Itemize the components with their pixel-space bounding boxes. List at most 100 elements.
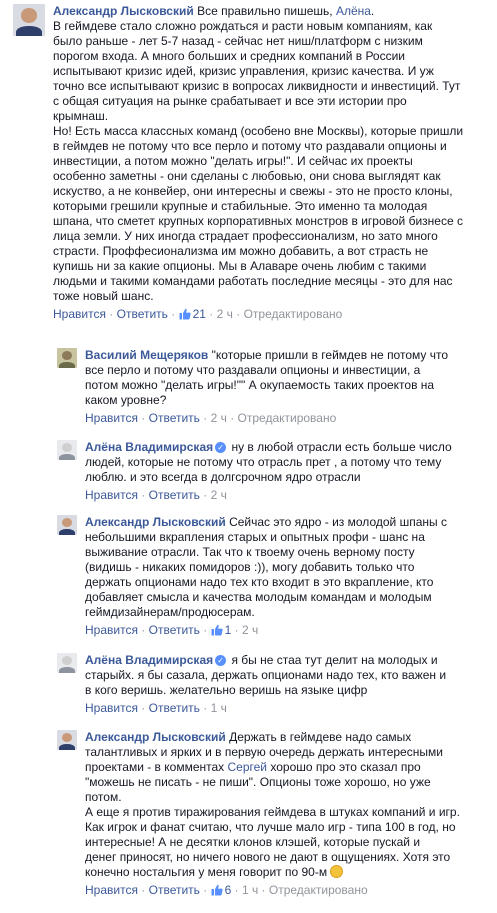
mention-link[interactable]: Сергей bbox=[228, 760, 268, 774]
comment-text-line: Как игрок и фанат считаю, что лучше мало… bbox=[85, 820, 456, 834]
comment-3: Александр Лысковский Сейчас это ядро - и… bbox=[57, 515, 485, 638]
comment-text-line: В геймдеве стало сложно рождаться и раст… bbox=[53, 19, 433, 33]
comment-text-line: выживание отрасли. Так что к твоему очен… bbox=[85, 545, 415, 559]
author-name[interactable]: Василий Мещеряков bbox=[85, 348, 208, 362]
verified-badge-icon: ✓ bbox=[215, 442, 227, 453]
avatar[interactable] bbox=[57, 730, 77, 750]
comment-text-line: Александр Лысковский Держать в геймдеве … bbox=[85, 730, 412, 744]
avatar[interactable] bbox=[13, 4, 45, 36]
reply-link[interactable]: Ответить bbox=[149, 411, 200, 425]
thumbs-up-icon bbox=[211, 884, 223, 896]
avatar[interactable] bbox=[57, 515, 77, 535]
comment-text-line: конечно ностальгия у меня говорит по 90-… bbox=[85, 865, 485, 880]
comment-0: Александр Лысковский Все правильно пишеш… bbox=[13, 4, 493, 322]
comment-text-line: искуство, а не конвейер, они интересны и… bbox=[53, 184, 453, 198]
like-link[interactable]: Нравится bbox=[53, 307, 106, 321]
comment-text-line: в геймдев не потому что все перло и пото… bbox=[53, 139, 447, 153]
like-count[interactable]: 21 bbox=[179, 307, 206, 321]
comment-text-line: точно все испытывают кризис в вопросах л… bbox=[53, 79, 461, 93]
comment-text-line: потом можно "делать игры!"" А окупаемост… bbox=[85, 378, 435, 392]
comment-2: Алёна Владимирская ✓ ну в любой отрасли е… bbox=[57, 440, 485, 503]
author-name[interactable]: Александр Лысковский bbox=[53, 4, 194, 18]
comment-text-line: люблю. и это всегда в долгсрочном ядро о… bbox=[85, 470, 361, 484]
like-link[interactable]: Нравится bbox=[85, 623, 138, 637]
comment-actions: Нравится · Ответить · 1 ч bbox=[85, 701, 227, 715]
comment-text-line: в кого веришь. желательно веришь на язык… bbox=[85, 683, 368, 697]
comment-text-line: Алёна Владимирская ✓ я бы не стаа тут дел… bbox=[85, 653, 438, 667]
edited-label[interactable]: Отредактировано bbox=[244, 307, 343, 321]
comment-text-line: талантливых и ярких и в первую очередь д… bbox=[85, 745, 443, 759]
timestamp[interactable]: 2 ч bbox=[242, 623, 258, 637]
comment-5: Александр Лысковский Держать в геймдеве … bbox=[57, 730, 485, 898]
comment-text-line: Василий Мещеряков "которые пришли в гейм… bbox=[85, 348, 449, 362]
timestamp[interactable]: 2 ч bbox=[217, 307, 233, 321]
reply-link[interactable]: Ответить bbox=[149, 701, 200, 715]
mention-link[interactable]: Алёна bbox=[336, 4, 371, 18]
reply-link[interactable]: Ответить bbox=[149, 488, 200, 502]
comment-text-line: денег приносят, но ничего нового не дают… bbox=[85, 850, 451, 864]
edited-label[interactable]: Отредактировано bbox=[238, 411, 337, 425]
timestamp[interactable]: 2 ч bbox=[211, 411, 227, 425]
comment-text-line: геймдизайнерам/продюсерам. bbox=[85, 605, 255, 619]
author-name[interactable]: Алёна Владимирская bbox=[85, 653, 213, 667]
comment-4: Алёна Владимирская ✓ я бы не стаа тут дел… bbox=[57, 653, 485, 716]
comment-actions: Нравится · Ответить · 2 ч bbox=[85, 488, 227, 502]
like-link[interactable]: Нравится bbox=[85, 883, 138, 897]
verified-badge-icon: ✓ bbox=[215, 655, 227, 666]
thumbs-up-icon bbox=[211, 624, 223, 636]
edited-label[interactable]: Отредактировано bbox=[269, 883, 368, 897]
like-link[interactable]: Нравится bbox=[85, 411, 138, 425]
author-name[interactable]: Александр Лысковский bbox=[85, 730, 226, 744]
comment-text-line: проектами - в комментах Сергей хорошо пр… bbox=[85, 760, 421, 774]
thumbs-up-icon bbox=[179, 308, 191, 320]
smile-emoji-icon bbox=[330, 865, 344, 878]
like-count[interactable]: 6 bbox=[211, 883, 231, 897]
comment-text-line: небольшими вкрапления старых и опытных п… bbox=[85, 530, 425, 544]
reply-link[interactable]: Ответить bbox=[117, 307, 168, 321]
comment-actions: Нравится · Ответить · 21 · 2 ч · Отредак… bbox=[53, 307, 343, 321]
reply-link[interactable]: Ответить bbox=[149, 883, 200, 897]
like-link[interactable]: Нравится bbox=[85, 488, 138, 502]
comment-text-line: лица земли. У них иногда страдает профес… bbox=[53, 229, 438, 243]
comment-text-line: Александр Лысковский Сейчас это ядро - и… bbox=[85, 515, 447, 529]
comment-1: Василий Мещеряков "которые пришли в гейм… bbox=[57, 348, 485, 426]
comment-text-line: все перло и потому что раздавали опционы… bbox=[85, 363, 421, 377]
author-name[interactable]: Алёна Владимирская bbox=[85, 440, 213, 454]
author-name[interactable]: Александр Лысковский bbox=[85, 515, 226, 529]
comment-text-line: Александр Лысковский Все правильно пишеш… bbox=[53, 4, 375, 18]
comment-text-line: купишь ни за какие опционы. Мы в Алаваре… bbox=[53, 259, 427, 273]
comment-text-line: особенно заметны - они сделаны с любовью… bbox=[53, 169, 441, 183]
comment-actions: Нравится · Ответить · 6 · 1 ч · Отредакт… bbox=[85, 883, 368, 897]
comment-text-line: порогом входа. А много больших и средних… bbox=[53, 49, 405, 63]
comment-text-line: инвестиции, а потом можно "делать игры!"… bbox=[53, 154, 413, 168]
like-link[interactable]: Нравится bbox=[85, 701, 138, 715]
timestamp[interactable]: 1 ч bbox=[242, 883, 258, 897]
reply-link[interactable]: Ответить bbox=[149, 623, 200, 637]
comment-text-line: страсти. Проффесионализма им можно добав… bbox=[53, 244, 429, 258]
like-count[interactable]: 1 bbox=[211, 623, 231, 637]
comment-text-line: было раньше - лет 5-7 назад - сейчас нет… bbox=[53, 34, 423, 48]
comment-text-line: старыйх. я бы сазала, держать опционами … bbox=[85, 668, 447, 682]
comment-text-line: шпана, что сметет крупных корпоративных … bbox=[53, 214, 463, 228]
comment-text-line: с общая ситуация на рынке срабатывает и … bbox=[53, 94, 407, 108]
comment-text-line: Но! Есть масса классных команд (особено … bbox=[53, 124, 464, 138]
comment-text-line: (видишь - никаких помидоров :)), могу до… bbox=[85, 560, 415, 574]
comment-text-line: А еще я против тиражирования геймдева в … bbox=[85, 805, 460, 819]
comment-text-line: людьми и такими командами работать после… bbox=[53, 274, 453, 288]
comment-text-line: тоже новый шанс. bbox=[53, 289, 154, 303]
comment-text-line: Алёна Владимирская ✓ ну в любой отрасли е… bbox=[85, 440, 452, 454]
comment-text-line: которыми грешили крупные и стабильные. Э… bbox=[53, 199, 428, 213]
comment-text-line: испытывают кризис идей, кризис управлени… bbox=[53, 64, 434, 78]
comment-actions: Нравится · Ответить · 1 · 2 ч bbox=[85, 623, 259, 637]
comment-text-line: держать опционами надо тех кто входит в … bbox=[85, 575, 434, 589]
timestamp[interactable]: 2 ч bbox=[211, 488, 227, 502]
comment-text-line: потом. bbox=[85, 790, 122, 804]
avatar[interactable] bbox=[57, 653, 77, 673]
comment-text-line: каком уровне? bbox=[85, 393, 167, 407]
avatar[interactable] bbox=[57, 348, 77, 368]
comment-text-line: интересные! А не десятки клонов клэшей, … bbox=[85, 835, 421, 849]
comment-actions: Нравится · Ответить · 2 ч · Отредактиров… bbox=[85, 411, 337, 425]
avatar[interactable] bbox=[57, 440, 77, 460]
comment-thread: Александр Лысковский Все правильно пишеш… bbox=[0, 0, 497, 913]
timestamp[interactable]: 1 ч bbox=[211, 701, 227, 715]
